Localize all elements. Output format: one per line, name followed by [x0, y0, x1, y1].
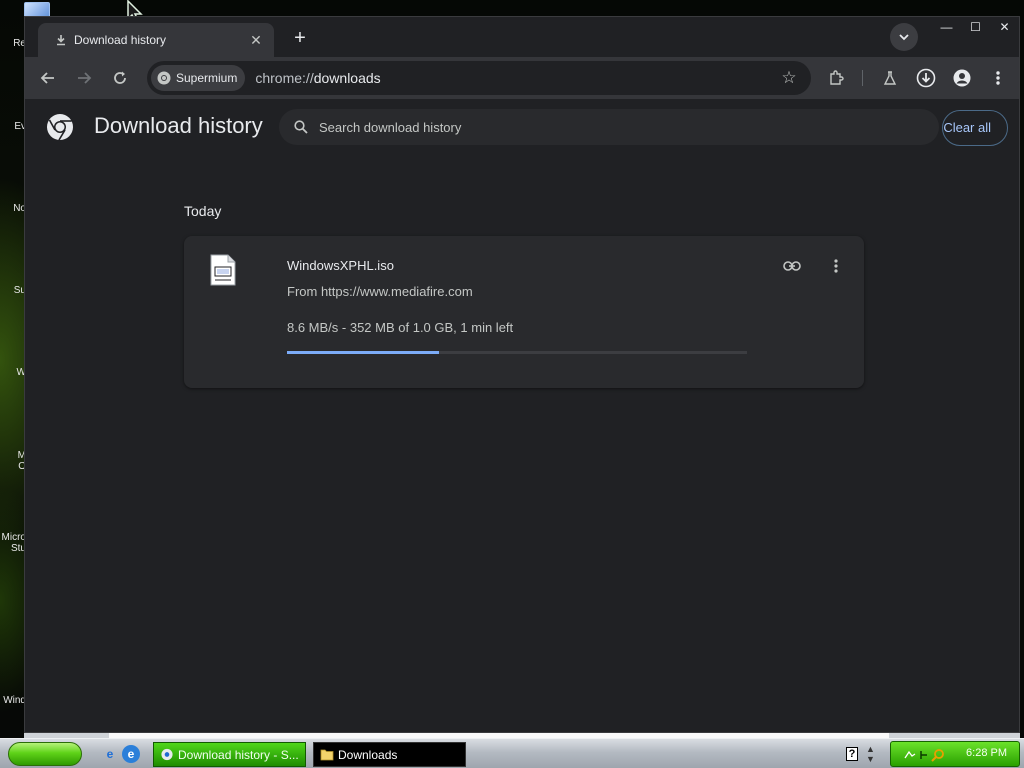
copy-link-button[interactable] — [778, 252, 806, 280]
tray-icons[interactable] — [903, 748, 947, 762]
page-title: Download history — [94, 113, 263, 138]
taskbar: e e Download history - S... Downloads ? … — [0, 738, 1024, 768]
desktop-icon-label[interactable]: No — [0, 203, 26, 214]
close-button[interactable]: ✕ — [990, 17, 1019, 37]
taskbar-item-label: Downloads — [338, 747, 398, 762]
taskbar-item-label: Download history - S... — [178, 747, 299, 762]
chromium-logo-icon — [47, 114, 73, 141]
address-bar[interactable]: Supermium chrome://downloads ☆ — [147, 61, 811, 95]
date-heading: Today — [184, 203, 222, 219]
tab-title: Download history — [74, 33, 167, 47]
download-circle-icon — [916, 68, 936, 88]
internet-explorer-icon[interactable]: e — [101, 745, 119, 763]
toolbar-divider — [862, 70, 863, 86]
file-name[interactable]: WindowsXPHL.iso — [287, 258, 394, 273]
forward-button[interactable] — [69, 63, 99, 93]
start-button[interactable] — [8, 742, 82, 766]
maximize-button[interactable]: ☐ — [961, 17, 990, 37]
item-more-button[interactable] — [822, 252, 850, 280]
bookmark-star-icon[interactable]: ☆ — [775, 64, 803, 92]
taskbar-item-downloads[interactable]: Downloads — [313, 742, 466, 767]
help-icon[interactable]: ? — [846, 747, 858, 761]
kebab-menu-icon — [996, 71, 1000, 85]
search-bar[interactable] — [279, 109, 939, 145]
download-item: WindowsXPHL.iso From https://www.mediafi… — [184, 236, 864, 388]
reload-icon — [114, 71, 126, 84]
chevron-down-icon — [899, 34, 909, 41]
new-tab-button[interactable]: + — [287, 25, 313, 51]
system-tray: 6:28 PM — [890, 741, 1020, 767]
progress-bar — [287, 351, 747, 354]
tab-download-history[interactable]: Download history ✕ — [38, 23, 274, 57]
desktop-icon-label[interactable]: Wind — [0, 695, 26, 706]
puzzle-icon — [830, 70, 844, 85]
file-icon — [210, 254, 236, 286]
flask-icon — [883, 71, 897, 85]
clock[interactable]: 6:28 PM — [966, 747, 1007, 759]
arrow-right-icon — [78, 72, 92, 84]
tab-search-button[interactable] — [890, 23, 918, 51]
site-chip-label: Supermium — [176, 71, 238, 85]
browser-window: Download history ✕ + — ☐ ✕ Supermium chr… — [24, 16, 1020, 733]
download-icon — [48, 23, 74, 57]
folder-icon — [320, 749, 334, 761]
desktop-icon-label[interactable]: Micro Stu — [0, 532, 26, 554]
file-source[interactable]: From https://www.mediafire.com — [287, 284, 473, 299]
download-status: 8.6 MB/s - 352 MB of 1.0 GB, 1 min left — [287, 320, 514, 335]
tray-expand-icon[interactable]: ▲ ▼ — [866, 744, 882, 764]
desktop-icon-label[interactable]: Ev — [0, 121, 26, 132]
taskbar-item-download-history[interactable]: Download history - S... — [153, 742, 306, 767]
window-controls: — ☐ ✕ — [932, 17, 1019, 39]
toolbar: Supermium chrome://downloads ☆ — [25, 57, 1019, 99]
back-button[interactable] — [33, 63, 63, 93]
link-icon — [783, 261, 801, 271]
url-text[interactable]: chrome://downloads — [255, 70, 775, 86]
url-host: downloads — [313, 70, 381, 86]
browser-logo-icon — [157, 71, 171, 85]
labs-button[interactable] — [875, 63, 905, 93]
desktop-icon-label[interactable]: M O — [0, 450, 26, 472]
profile-button[interactable] — [947, 63, 977, 93]
kebab-menu-icon — [834, 259, 838, 273]
browser-logo-icon — [161, 748, 173, 761]
minimize-button[interactable]: — — [932, 17, 961, 37]
reload-button[interactable] — [105, 63, 135, 93]
desktop-icon-label[interactable]: Re — [0, 38, 26, 49]
search-icon — [283, 120, 319, 134]
title-bar: Download history ✕ + — ☐ ✕ — [25, 17, 1019, 57]
browser-quicklaunch-icon[interactable]: e — [122, 745, 140, 763]
profile-avatar-icon — [953, 69, 971, 87]
downloads-button[interactable] — [911, 63, 941, 93]
page-header: Download history Clear all — [25, 99, 1019, 155]
progress-fill — [287, 351, 439, 354]
downloads-page: Download history Clear all Today Windows… — [25, 99, 1019, 732]
site-info-chip[interactable]: Supermium — [151, 65, 246, 91]
desktop-icon-label[interactable]: W — [0, 367, 26, 378]
url-scheme: chrome:// — [255, 70, 314, 86]
menu-button[interactable] — [983, 63, 1013, 93]
arrow-left-icon — [40, 72, 54, 84]
search-input[interactable] — [319, 119, 939, 135]
extensions-button[interactable] — [821, 63, 851, 93]
tab-close-icon[interactable]: ✕ — [244, 28, 268, 52]
desktop-icon-label[interactable]: Su — [0, 285, 26, 296]
clear-all-button[interactable]: Clear all — [942, 110, 1008, 146]
